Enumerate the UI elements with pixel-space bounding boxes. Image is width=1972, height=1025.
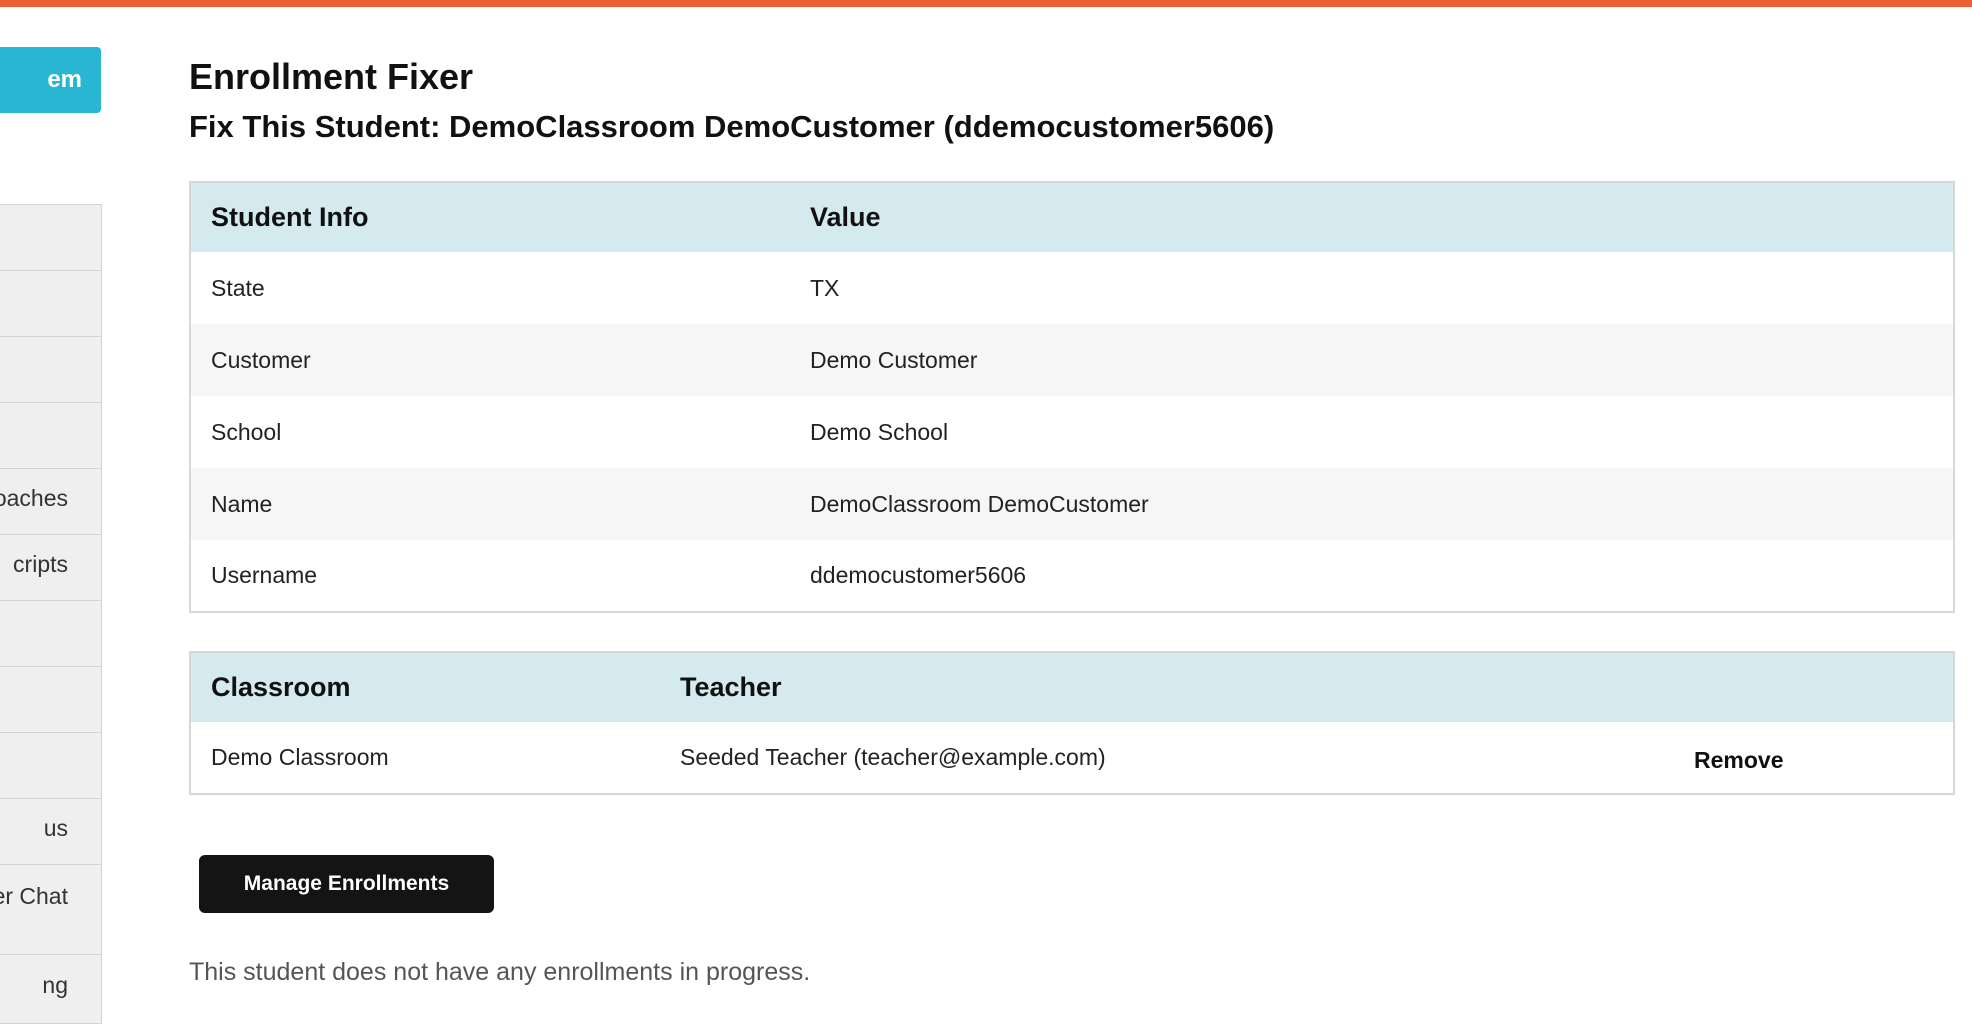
classroom-name: Demo Classroom — [190, 722, 660, 794]
sidebar-item-2[interactable] — [0, 271, 101, 337]
table-header-row: Classroom Teacher — [190, 652, 1954, 722]
enrollment-table: Classroom Teacher Demo Classroom Seeded … — [189, 651, 1955, 795]
sidebar-item-label: ng — [42, 972, 68, 998]
table-row: Customer Demo Customer — [190, 324, 1954, 396]
sidebar-item-status[interactable]: us — [0, 799, 101, 865]
page-subtitle: Fix This Student: DemoClassroom DemoCust… — [189, 109, 1275, 144]
manage-enrollments-button[interactable]: Manage Enrollments — [199, 855, 494, 913]
sidebar-item-1[interactable] — [0, 205, 101, 271]
top-accent-bar — [0, 0, 1972, 7]
teacher-name: Seeded Teacher (teacher@example.com) — [660, 722, 1694, 794]
actions-cell: Remove — [1694, 722, 1954, 794]
remove-enrollment-button[interactable]: Remove — [1694, 747, 1783, 773]
sidebar-primary-button[interactable]: em — [0, 47, 101, 113]
field-label: Username — [211, 562, 318, 588]
enrollment-status-message: This student does not have any enrollmen… — [189, 958, 811, 986]
field-value: DemoClassroom DemoCustomer — [790, 468, 1954, 540]
sidebar-item-label: er Chat — [0, 883, 68, 909]
column-header-value: Value — [790, 182, 1954, 252]
sidebar-item-8[interactable] — [0, 667, 101, 733]
table-row: School Demo School — [190, 396, 1954, 468]
sidebar-item-9[interactable] — [0, 733, 101, 799]
sidebar-item-3[interactable] — [0, 337, 101, 403]
column-header-classroom: Classroom — [190, 652, 660, 722]
sidebar-item-label: us — [43, 815, 68, 841]
table-row: Demo Classroom Seeded Teacher (teacher@e… — [190, 722, 1954, 794]
sidebar-item-12[interactable]: ng — [0, 955, 101, 1025]
column-header-actions — [1694, 652, 1954, 722]
table-row: State TX — [190, 252, 1954, 324]
table-row: Username ddemocustomer5606 — [190, 540, 1954, 612]
page-title: Enrollment Fixer — [189, 56, 474, 97]
sidebar-item-label: oaches — [0, 485, 68, 511]
main-content: Enrollment Fixer Fix This Student: DemoC… — [189, 55, 1955, 986]
field-value: ddemocustomer5606 — [810, 562, 1027, 588]
field-value: Demo School — [810, 418, 949, 445]
sidebar-item-7[interactable] — [0, 601, 101, 667]
sidebar-item-chat[interactable]: er Chat — [0, 865, 101, 955]
field-label: School — [211, 418, 282, 445]
table-header-row: Student Info Value — [190, 182, 1954, 252]
sidebar-item-scripts[interactable]: cripts — [0, 535, 101, 601]
sidebar-nav: oaches cripts us er Chat ng — [0, 204, 102, 1024]
field-label: Name — [190, 468, 790, 540]
sidebar-item-4[interactable] — [0, 403, 101, 469]
column-header-teacher: Teacher — [660, 652, 1694, 722]
student-info-table: Student Info Value State TX Customer Dem… — [189, 181, 1955, 613]
field-value: Demo Customer — [790, 324, 1954, 396]
field-label: State — [211, 274, 265, 301]
field-label: Customer — [190, 324, 790, 396]
sidebar-item-coaches[interactable]: oaches — [0, 469, 101, 535]
sidebar-item-label: cripts — [13, 551, 68, 577]
table-row: Name DemoClassroom DemoCustomer — [190, 468, 1954, 540]
column-header-student-info: Student Info — [190, 182, 790, 252]
field-value: TX — [810, 274, 840, 301]
